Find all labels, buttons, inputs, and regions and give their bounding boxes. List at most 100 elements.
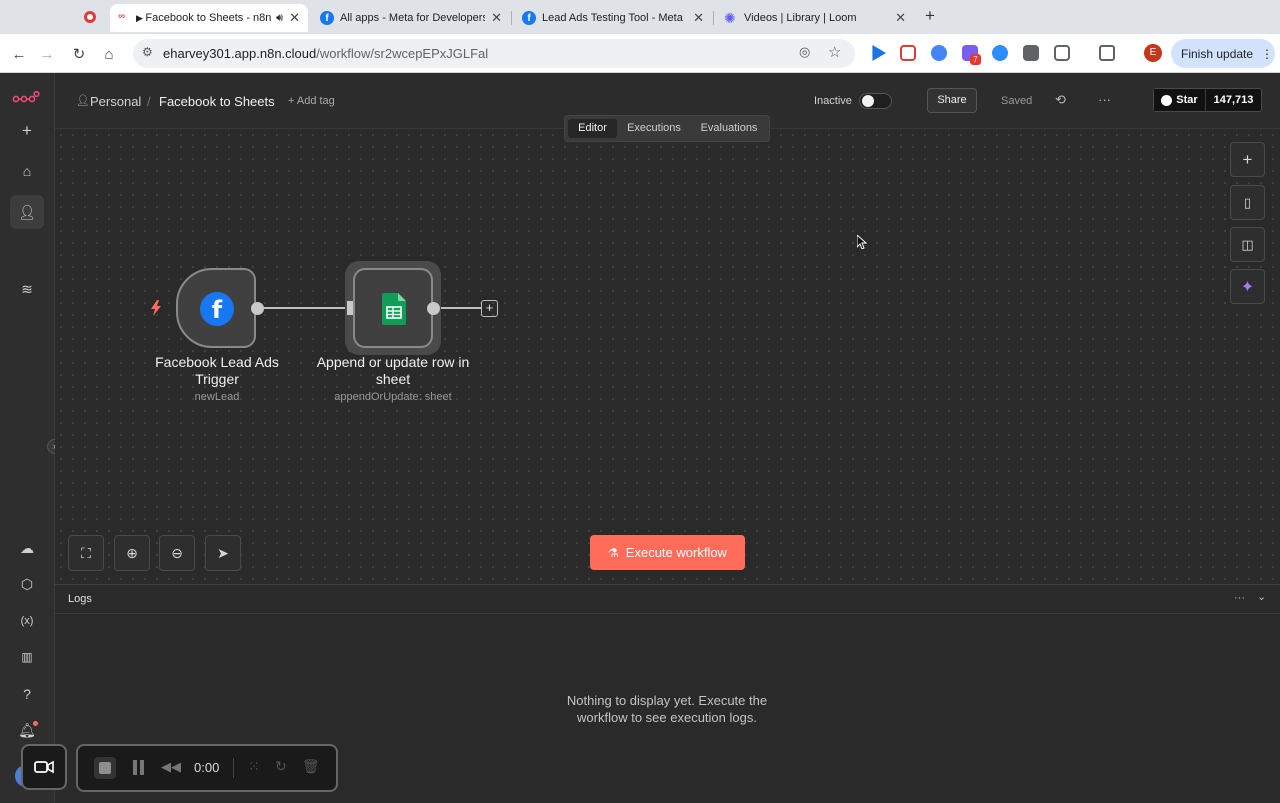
output-handle[interactable] <box>251 302 264 315</box>
tab-executions[interactable]: Executions <box>621 119 687 138</box>
project-breadcrumb[interactable]: Personal <box>90 94 141 109</box>
fit-view-icon[interactable]: ⛶ <box>68 535 104 571</box>
forward-button[interactable]: → <box>36 43 58 65</box>
close-tab-icon[interactable]: ✕ <box>895 10 906 26</box>
layers-icon[interactable]: ≋ <box>10 272 44 306</box>
recorder-camera-button[interactable] <box>21 744 67 790</box>
google-sheets-icon <box>382 293 406 325</box>
workflow-canvas[interactable]: f Facebook Lead Ads Trigger newLead + App… <box>55 129 1280 584</box>
help-icon[interactable]: ? <box>10 677 44 711</box>
close-tab-icon[interactable]: ✕ <box>289 10 300 26</box>
recorder-controls: ◀◀ 0:00 ⁙ ↻ 🗑︎ <box>76 744 338 792</box>
finish-update-button[interactable]: Finish update ⋮ <box>1171 39 1275 68</box>
url-host: eharvey301.app.n8n.cloud <box>163 46 317 61</box>
extension-red-icon[interactable] <box>900 45 916 61</box>
share-button[interactable]: Share <box>927 88 977 113</box>
extension-play-icon[interactable] <box>872 45 886 61</box>
history-icon[interactable]: ⟲ <box>1055 92 1066 108</box>
input-handle[interactable] <box>347 301 353 315</box>
zoom-in-icon[interactable]: ⊕ <box>114 535 150 571</box>
toggle-knob <box>862 95 874 107</box>
restart-icon[interactable]: ↻ <box>275 758 287 775</box>
extension-badge: 7 <box>970 54 981 65</box>
zoom-out-icon[interactable]: ⊖ <box>159 535 195 571</box>
back-button[interactable]: ← <box>8 43 30 65</box>
add-node-button[interactable]: + <box>1230 142 1265 177</box>
home-icon[interactable]: ⌂ <box>10 154 44 188</box>
tab-lead-ads-testing-tool[interactable]: f Lead Ads Testing Tool - Meta ✕ <box>514 4 712 32</box>
recording-timer: 0:00 <box>194 760 220 775</box>
logs-empty-message: Nothing to display yet. Execute the work… <box>566 693 768 725</box>
grid-dots-icon[interactable]: ⁙ <box>248 758 260 775</box>
new-tab-button[interactable]: + <box>920 6 940 28</box>
loom-favicon-icon: ✺ <box>724 10 736 26</box>
stop-recording-button[interactable] <box>94 757 116 779</box>
speaker-icon[interactable]: 🔊︎ <box>276 12 283 25</box>
extension-globe-icon[interactable] <box>931 45 947 61</box>
bookmark-star-icon[interactable]: ☆ <box>828 43 841 61</box>
add-tag-button[interactable]: + Add tag <box>288 95 335 107</box>
github-icon <box>1161 94 1173 106</box>
active-toggle[interactable] <box>859 93 892 109</box>
side-panel-icon[interactable]: ◫ <box>1230 227 1265 262</box>
github-star-label: Star <box>1176 94 1198 106</box>
ai-assistant-sparkle-icon[interactable]: ✦ <box>1230 269 1265 304</box>
workflow-more-button[interactable]: ··· <box>1098 92 1111 107</box>
facebook-favicon-icon: f <box>320 11 334 25</box>
logs-more-button[interactable]: ··· <box>1234 592 1245 604</box>
app-sidebar: + ⌂ 👤︎ ≋ › ☁ ⬡ (x) ▥ ? 🔔︎ <box>0 73 62 803</box>
eye-off-icon[interactable]: ◎ <box>799 44 810 60</box>
flask-icon: ⚗ <box>608 545 619 560</box>
node-subtitle: newLead <box>194 391 240 403</box>
github-star-button[interactable]: Star 147,713 <box>1153 88 1262 112</box>
sticky-note-icon[interactable]: ▯ <box>1230 185 1265 220</box>
close-tab-icon[interactable]: ✕ <box>693 10 704 26</box>
tab-editor[interactable]: Editor <box>568 119 617 138</box>
facebook-favicon-icon: f <box>522 11 536 25</box>
tab-label: Facebook to Sheets - n8n <box>145 12 272 24</box>
user-icon: 👤︎ <box>76 95 90 107</box>
facebook-icon: f <box>200 292 234 326</box>
notifications-bell-icon[interactable]: 🔔︎ <box>10 713 44 747</box>
tab-loom-videos[interactable]: ✺ Videos | Library | Loom ✕ <box>716 4 914 32</box>
rewind-icon[interactable]: ◀◀ <box>161 759 181 775</box>
url-path: /workflow/sr2wcepEPxJGLFal <box>316 46 489 61</box>
reload-button[interactable]: ↻ <box>68 43 90 65</box>
logs-title[interactable]: Logs <box>68 593 92 605</box>
variables-icon[interactable]: (x) <box>10 604 44 638</box>
tidy-up-icon[interactable]: ➤ <box>205 535 241 571</box>
home-button[interactable]: ⌂ <box>98 43 120 65</box>
notification-dot <box>33 721 38 726</box>
tab-meta-all-apps[interactable]: f All apps - Meta for Developers ✕ <box>312 4 510 32</box>
tab-evaluations[interactable]: Evaluations <box>693 119 765 138</box>
extensions-puzzle-icon[interactable] <box>1054 45 1070 61</box>
close-tab-icon[interactable]: ✕ <box>491 10 502 26</box>
workflow-name[interactable]: Facebook to Sheets <box>159 94 275 109</box>
cloud-icon[interactable]: ☁ <box>10 531 44 565</box>
templates-icon[interactable]: ⬡ <box>10 567 44 601</box>
node-title: Facebook Lead Ads Trigger <box>155 354 279 387</box>
execute-workflow-button[interactable]: ⚗ Execute workflow <box>590 535 745 570</box>
mouse-cursor-icon <box>856 233 868 254</box>
extension-zoom-icon[interactable] <box>992 45 1008 61</box>
profile-avatar[interactable]: E <box>1144 44 1162 62</box>
pause-icon[interactable] <box>132 760 146 775</box>
tab-search-icon[interactable] <box>1099 45 1115 61</box>
trash-icon[interactable]: 🗑︎ <box>302 758 320 775</box>
extension-download-icon[interactable] <box>1023 45 1039 61</box>
site-settings-icon[interactable]: ⚙ <box>142 45 153 59</box>
add-next-node-button[interactable]: + <box>481 300 498 317</box>
recorder-divider <box>233 758 234 778</box>
tab-facebook-to-sheets[interactable]: ∞ ▶ Facebook to Sheets - n8n 🔊︎ ✕ <box>110 4 308 32</box>
insights-chart-icon[interactable]: ▥ <box>10 640 44 674</box>
address-bar[interactable]: ⚙ eharvey301.app.n8n.cloud/workflow/sr2w… <box>133 39 855 68</box>
breadcrumb-separator: / <box>147 94 151 109</box>
output-handle[interactable] <box>427 302 440 315</box>
node-facebook-lead-ads-trigger[interactable]: f <box>176 268 256 348</box>
logs-collapse-chevron-icon[interactable]: ⌄ <box>1257 590 1266 603</box>
n8n-logo[interactable] <box>12 90 40 104</box>
tab-label: All apps - Meta for Developers <box>340 12 486 24</box>
add-icon[interactable]: + <box>10 114 44 148</box>
personal-user-icon[interactable]: 👤︎ <box>10 195 44 229</box>
node-append-or-update-row[interactable] <box>353 268 433 348</box>
